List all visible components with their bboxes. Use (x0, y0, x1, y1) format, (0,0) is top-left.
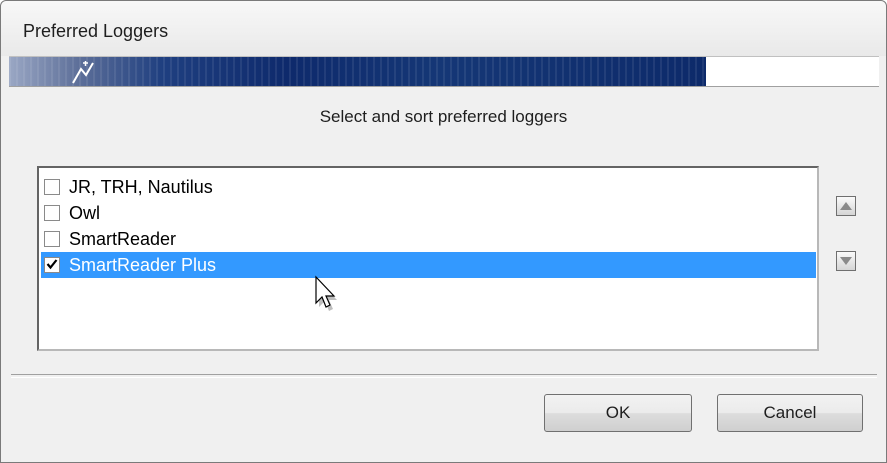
title-bar[interactable]: Preferred Loggers (1, 1, 886, 56)
logger-label: SmartReader (69, 228, 177, 249)
app-logo-icon (72, 61, 94, 84)
list-item[interactable]: JR, TRH, Nautilus (41, 174, 816, 200)
move-up-button[interactable] (836, 196, 856, 216)
triangle-down-icon (840, 257, 852, 265)
mouse-pointer-icon (315, 275, 337, 311)
footer-divider (11, 374, 877, 378)
triangle-up-icon (840, 202, 852, 210)
logger-checkbox-checked[interactable] (44, 257, 60, 273)
window-title: Preferred Loggers (23, 21, 169, 41)
banner-graphic (9, 57, 706, 87)
checkmark-icon (46, 259, 58, 270)
banner-divider (9, 86, 879, 87)
list-item[interactable]: SmartReader (41, 226, 816, 252)
list-item[interactable]: Owl (41, 200, 816, 226)
instruction-text: Select and sort preferred loggers (319, 107, 568, 126)
move-down-button[interactable] (836, 251, 856, 271)
logger-checkbox[interactable] (44, 179, 60, 195)
logger-label: JR, TRH, Nautilus (69, 176, 213, 197)
cancel-button[interactable]: Cancel (717, 394, 863, 432)
logger-label: Owl (69, 202, 100, 223)
logger-label: SmartReader Plus (69, 254, 217, 275)
header-banner (9, 56, 879, 87)
logger-checkbox[interactable] (44, 205, 60, 221)
list-item-selected[interactable]: SmartReader Plus (41, 252, 816, 278)
preferred-loggers-dialog: Preferred Loggers Select and sort prefer… (0, 0, 887, 463)
logger-checkbox[interactable] (44, 231, 60, 247)
logger-list[interactable]: JR, TRH, Nautilus Owl SmartReader SmartR… (37, 166, 819, 351)
ok-button[interactable]: OK (544, 394, 692, 432)
